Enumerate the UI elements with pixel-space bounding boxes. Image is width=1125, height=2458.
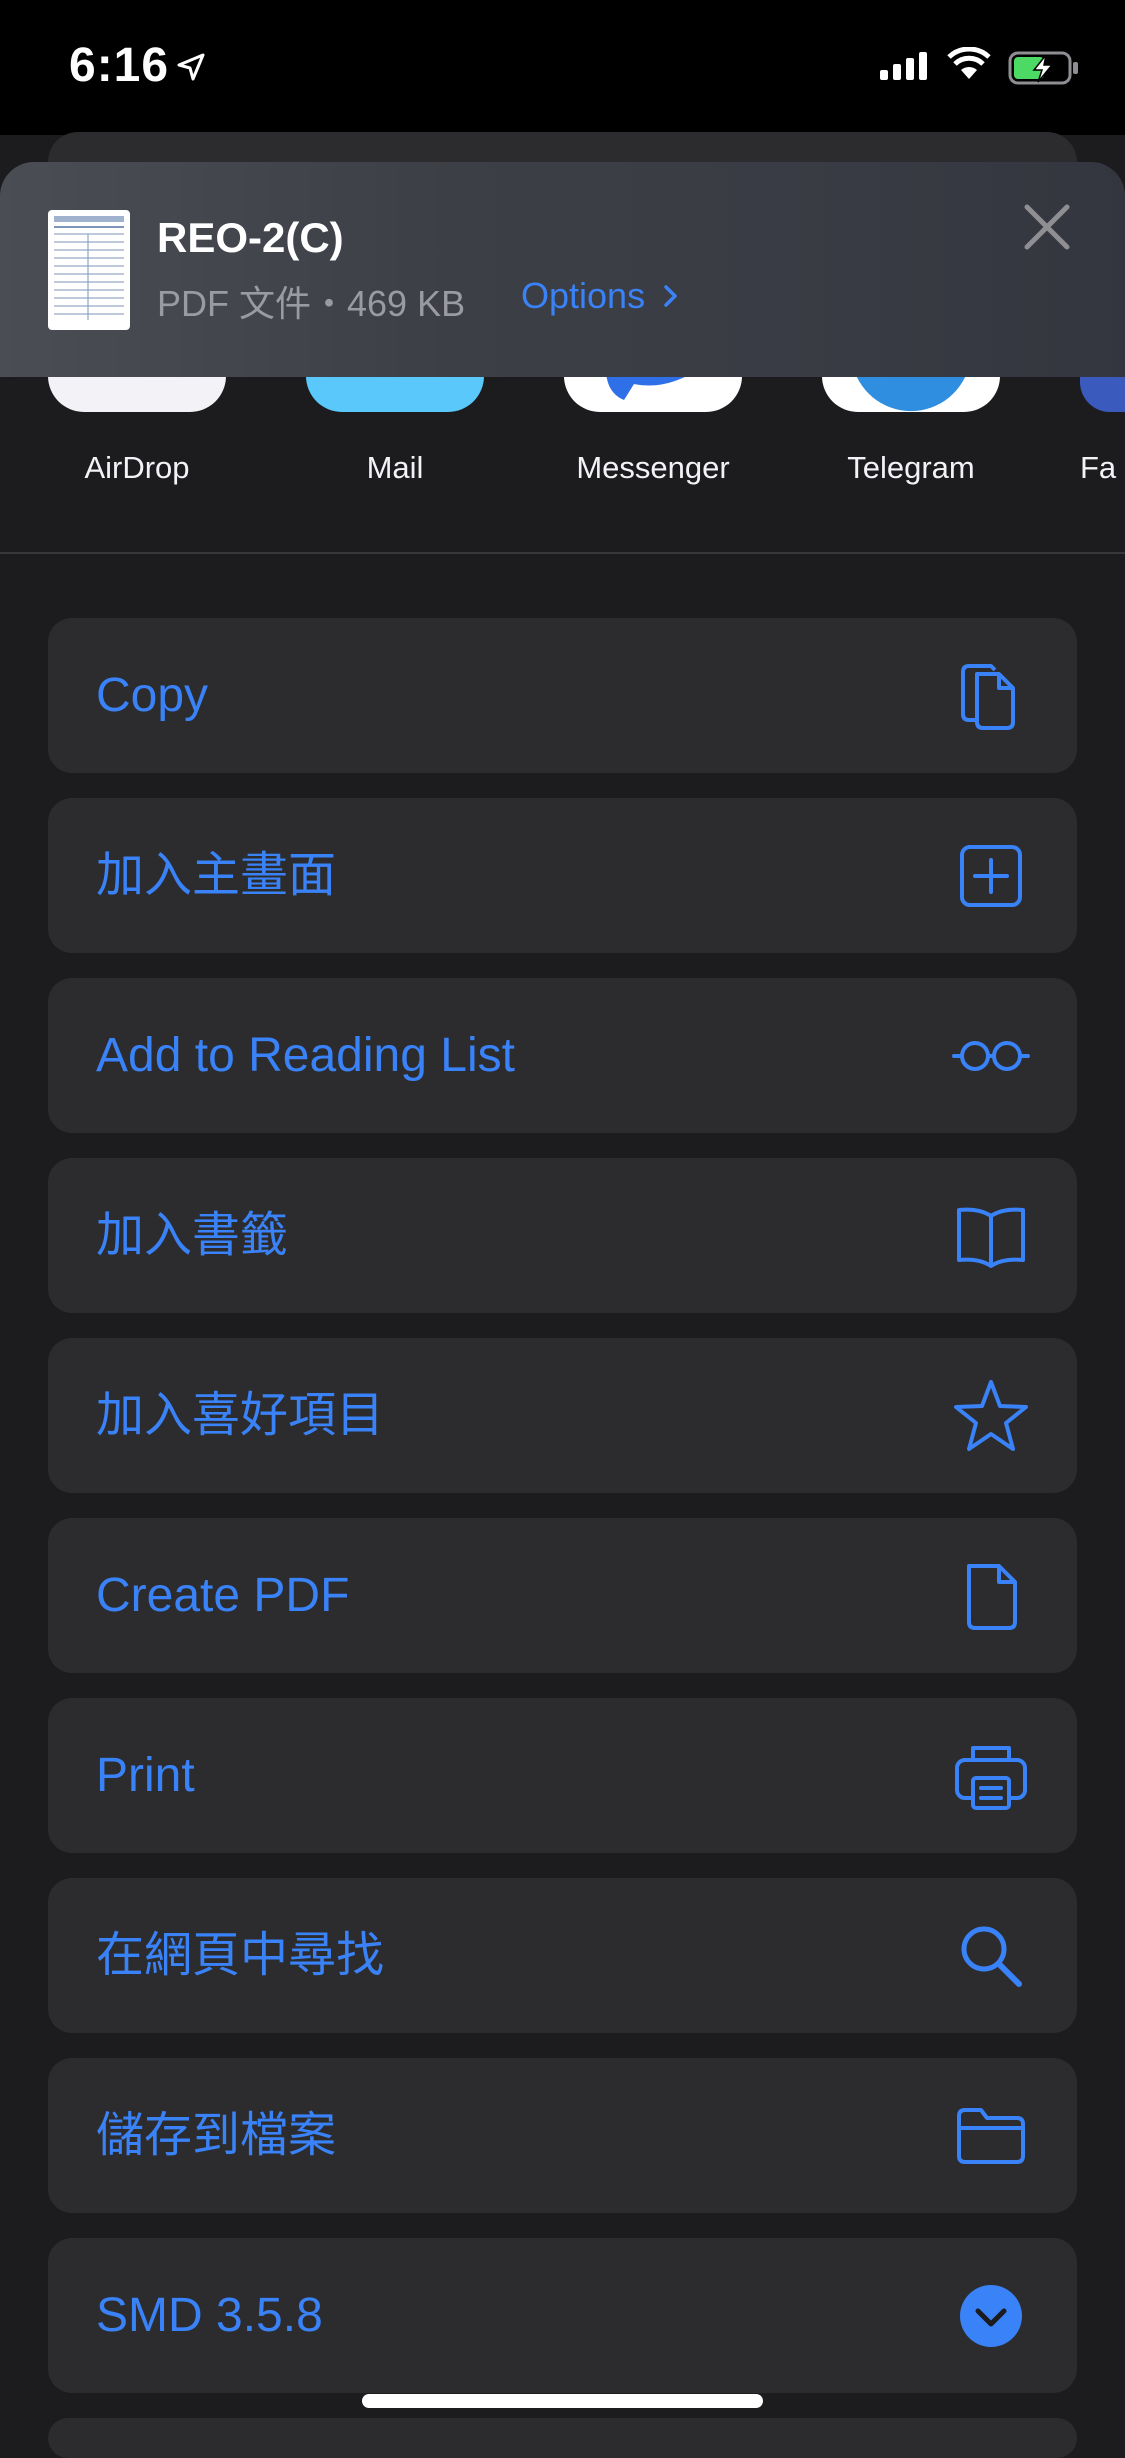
printer-icon: [955, 1746, 1027, 1810]
copy-icon: [961, 664, 1015, 730]
status-bar: 6:16: [0, 0, 1125, 135]
action-label: 加入喜好項目: [96, 1389, 385, 1442]
action-label: SMD 3.5.8: [96, 2289, 323, 2342]
options-button[interactable]: Options: [521, 275, 681, 317]
home-indicator: [362, 2394, 763, 2408]
action-find-on-page[interactable]: 在網頁中尋找: [48, 1878, 1077, 2033]
document-title: REO-2(C): [157, 214, 344, 261]
action-smd[interactable]: SMD 3.5.8: [48, 2238, 1077, 2393]
book-icon: [957, 1207, 1025, 1268]
document-icon: [967, 1564, 1017, 1630]
chevron-right-icon: [664, 285, 677, 307]
action-print[interactable]: Print: [48, 1698, 1077, 1853]
document-thumbnail: [48, 210, 130, 330]
action-label: Copy: [96, 669, 209, 722]
action-next-partial[interactable]: [48, 2418, 1077, 2458]
app-label: AirDrop: [84, 450, 190, 485]
action-label: Create PDF: [96, 1569, 350, 1622]
close-icon[interactable]: [1022, 202, 1072, 252]
document-subtitle: PDF 文件・469 KB: [157, 283, 466, 324]
action-label: 儲存到檔案: [96, 2109, 337, 2162]
app-label: Fa: [1080, 450, 1117, 485]
action-label: 加入主畫面: [96, 849, 337, 902]
divider: [0, 552, 1125, 554]
action-add-home-screen[interactable]: 加入主畫面: [48, 798, 1077, 953]
share-header: REO-2(C) PDF 文件・469 KB Options: [0, 162, 1125, 377]
add-square-icon: [960, 845, 1022, 907]
cellular-signal-icon: [880, 52, 927, 80]
action-label: 在網頁中尋找: [96, 1929, 385, 1982]
wifi-icon: [947, 47, 991, 79]
action-save-to-files[interactable]: 儲存到檔案: [48, 2058, 1077, 2213]
app-label: Mail: [366, 450, 424, 485]
star-icon: [954, 1380, 1028, 1451]
battery-charging-icon: [1008, 51, 1078, 85]
glasses-icon: [952, 1041, 1030, 1071]
action-add-bookmark[interactable]: 加入書籤: [48, 1158, 1077, 1313]
action-create-pdf[interactable]: Create PDF: [48, 1518, 1077, 1673]
action-label: Add to Reading List: [96, 1029, 515, 1082]
search-icon: [961, 1926, 1022, 1987]
app-label: Telegram: [847, 450, 975, 485]
chevron-down-circle-icon: [960, 2285, 1022, 2347]
action-label: 加入書籤: [96, 1209, 289, 1262]
options-label: Options: [521, 275, 646, 316]
action-add-favorites[interactable]: 加入喜好項目: [48, 1338, 1077, 1493]
status-time: 6:16: [69, 39, 170, 92]
action-label: Print: [96, 1749, 195, 1802]
action-copy[interactable]: Copy: [48, 618, 1077, 773]
folder-icon: [957, 2108, 1025, 2164]
app-label: Messenger: [576, 450, 730, 485]
action-reading-list[interactable]: Add to Reading List: [48, 978, 1077, 1133]
location-arrow-icon: [177, 53, 205, 81]
